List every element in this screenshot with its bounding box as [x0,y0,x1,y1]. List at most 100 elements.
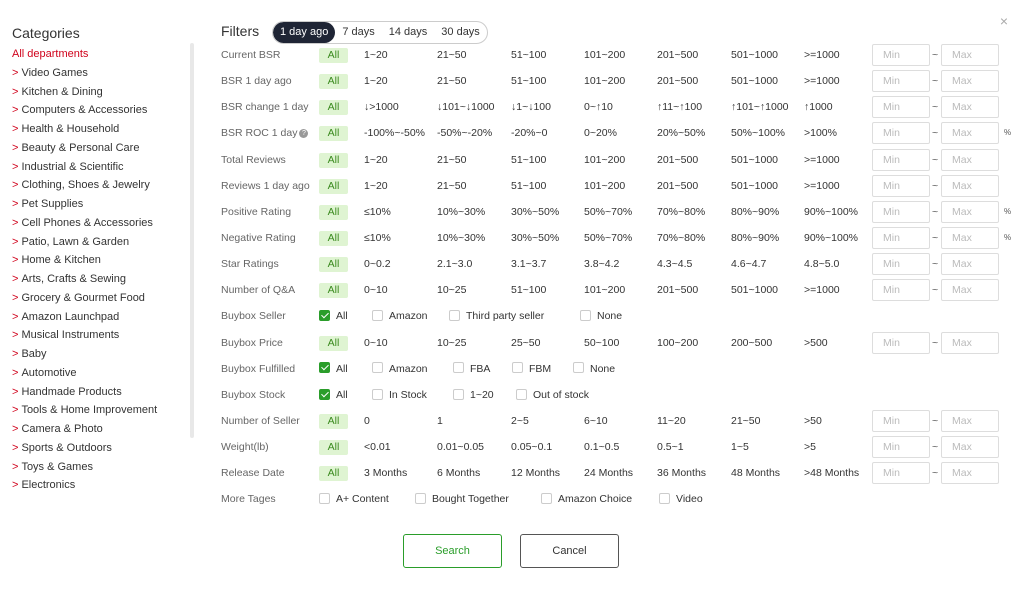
filter-option[interactable]: 21~50 [437,173,467,199]
filter-option[interactable]: 50%~100% [731,120,785,146]
category-item-industrial-scientific[interactable]: > Industrial & Scientific [12,158,197,177]
filter-option[interactable]: 201~500 [657,277,698,303]
range-min-input[interactable] [872,279,930,302]
filter-option[interactable]: ↑101~↑1000 [731,94,789,120]
filter-option[interactable]: -20%~0 [511,120,547,146]
filter-option[interactable]: 48 Months [731,460,780,486]
category-item-electronics[interactable]: > Electronics [12,476,197,495]
filter-option[interactable]: >=1000 [804,277,840,303]
filter-option[interactable]: 101~200 [584,277,625,303]
checkbox-option-amazon-choice[interactable]: Amazon Choice [541,486,632,512]
search-button[interactable]: Search [403,534,502,568]
range-min-input[interactable] [872,462,930,485]
checkbox-checked-icon[interactable] [319,362,330,374]
checkbox-option-amazon[interactable]: Amazon [372,303,428,329]
range-min-input[interactable] [872,226,930,249]
range-max-input[interactable] [941,174,999,197]
filter-option[interactable]: 3.1~3.7 [511,251,546,277]
help-icon[interactable]: ? [299,129,309,139]
filter-option[interactable]: 6 Months [437,460,480,486]
category-item-toys-games[interactable]: > Toys & Games [12,458,197,477]
checkbox-checked-icon[interactable] [319,310,330,322]
category-item-computers-accessories[interactable]: > Computers & Accessories [12,101,197,120]
filter-option[interactable]: 80%~90% [731,225,779,251]
filter-option[interactable]: 1~20 [364,68,388,94]
checkbox-option-a-content[interactable]: A+ Content [319,486,389,512]
range-min-input[interactable] [872,96,930,119]
filter-option[interactable]: 50~100 [584,330,619,356]
all-option-pill[interactable]: All [319,466,348,482]
filter-option[interactable]: 21~50 [437,42,467,68]
category-item-sports-outdoors[interactable]: > Sports & Outdoors [12,439,197,458]
filter-option[interactable]: >=1000 [804,173,840,199]
filter-option[interactable]: 501~1000 [731,68,778,94]
category-item-amazon-launchpad[interactable]: > Amazon Launchpad [12,308,197,327]
filter-option[interactable]: 501~1000 [731,147,778,173]
filter-option[interactable]: 51~100 [511,42,546,68]
filter-option[interactable]: 21~50 [437,147,467,173]
filter-option[interactable]: 30%~50% [511,199,559,225]
filter-option[interactable]: 4.3~4.5 [657,251,692,277]
filter-option[interactable]: >48 Months [804,460,859,486]
category-item-arts-crafts-sewing[interactable]: > Arts, Crafts & Sewing [12,270,197,289]
filter-option[interactable]: 101~200 [584,42,625,68]
range-min-input[interactable] [872,44,930,66]
category-item-pet-supplies[interactable]: > Pet Supplies [12,195,197,214]
checkbox-icon[interactable] [516,388,527,400]
all-option-pill[interactable]: All [319,283,348,299]
category-item-patio-lawn-garden[interactable]: > Patio, Lawn & Garden [12,233,197,252]
filter-option[interactable]: 11~20 [657,408,686,434]
all-option-pill[interactable]: All [319,230,348,246]
checkbox-option-none[interactable]: None [573,356,615,382]
filter-option[interactable]: 4.6~4.7 [731,251,766,277]
filter-option[interactable]: 0.5~1 [657,434,684,460]
filter-option[interactable]: <0.01 [364,434,391,460]
period-tab-7-days[interactable]: 7 days [335,22,381,43]
checkbox-option-amazon[interactable]: Amazon [372,356,428,382]
checkbox-icon[interactable] [580,310,591,322]
checkbox-icon[interactable] [449,310,460,322]
checkbox-icon[interactable] [372,310,383,322]
filter-option[interactable]: 21~50 [437,68,467,94]
filter-option[interactable]: 101~200 [584,173,625,199]
filter-option[interactable]: 21~50 [731,408,761,434]
filter-option[interactable]: 201~500 [657,173,698,199]
all-option-pill[interactable]: All [319,204,348,220]
close-icon[interactable]: × [997,14,1011,28]
filter-option[interactable]: 1 [437,408,443,434]
filter-option[interactable]: 0~10 [364,330,388,356]
range-min-input[interactable] [872,200,930,223]
range-max-input[interactable] [941,96,999,119]
range-max-input[interactable] [941,226,999,249]
checkbox-option-in-stock[interactable]: In Stock [372,382,427,408]
all-option-pill[interactable]: All [319,152,348,168]
sidebar-scrollbar[interactable] [190,43,194,438]
filter-option[interactable]: 51~100 [511,173,546,199]
filter-option[interactable]: 51~100 [511,277,546,303]
filter-option[interactable]: 70%~80% [657,225,705,251]
all-option-pill[interactable]: All [319,178,348,194]
filter-option[interactable]: 501~1000 [731,173,778,199]
filter-option[interactable]: 10%~30% [437,199,485,225]
category-item-health-household[interactable]: > Health & Household [12,120,197,139]
filter-option[interactable]: 24 Months [584,460,633,486]
range-min-input[interactable] [872,253,930,276]
filter-option[interactable]: 50%~70% [584,225,632,251]
checkbox-icon[interactable] [319,493,330,505]
checkbox-icon[interactable] [659,493,670,505]
filter-option[interactable]: 0.1~0.5 [584,434,619,460]
checkbox-icon[interactable] [415,493,426,505]
checkbox-option-out-of-stock[interactable]: Out of stock [516,382,589,408]
filter-option[interactable]: 50%~70% [584,199,632,225]
filter-option[interactable]: 6~10 [584,408,608,434]
filter-option[interactable]: 36 Months [657,460,706,486]
range-max-input[interactable] [941,122,999,145]
all-option-pill[interactable]: All [319,440,348,456]
checkbox-option-1-20[interactable]: 1~20 [453,382,494,408]
filter-option[interactable]: ≤10% [364,199,391,225]
filter-option[interactable]: 51~100 [511,68,546,94]
category-item-video-games[interactable]: > Video Games [12,64,197,83]
checkbox-checked-icon[interactable] [319,388,330,400]
filter-option[interactable]: 0~10 [364,277,388,303]
period-tab-14-days[interactable]: 14 days [382,22,435,43]
